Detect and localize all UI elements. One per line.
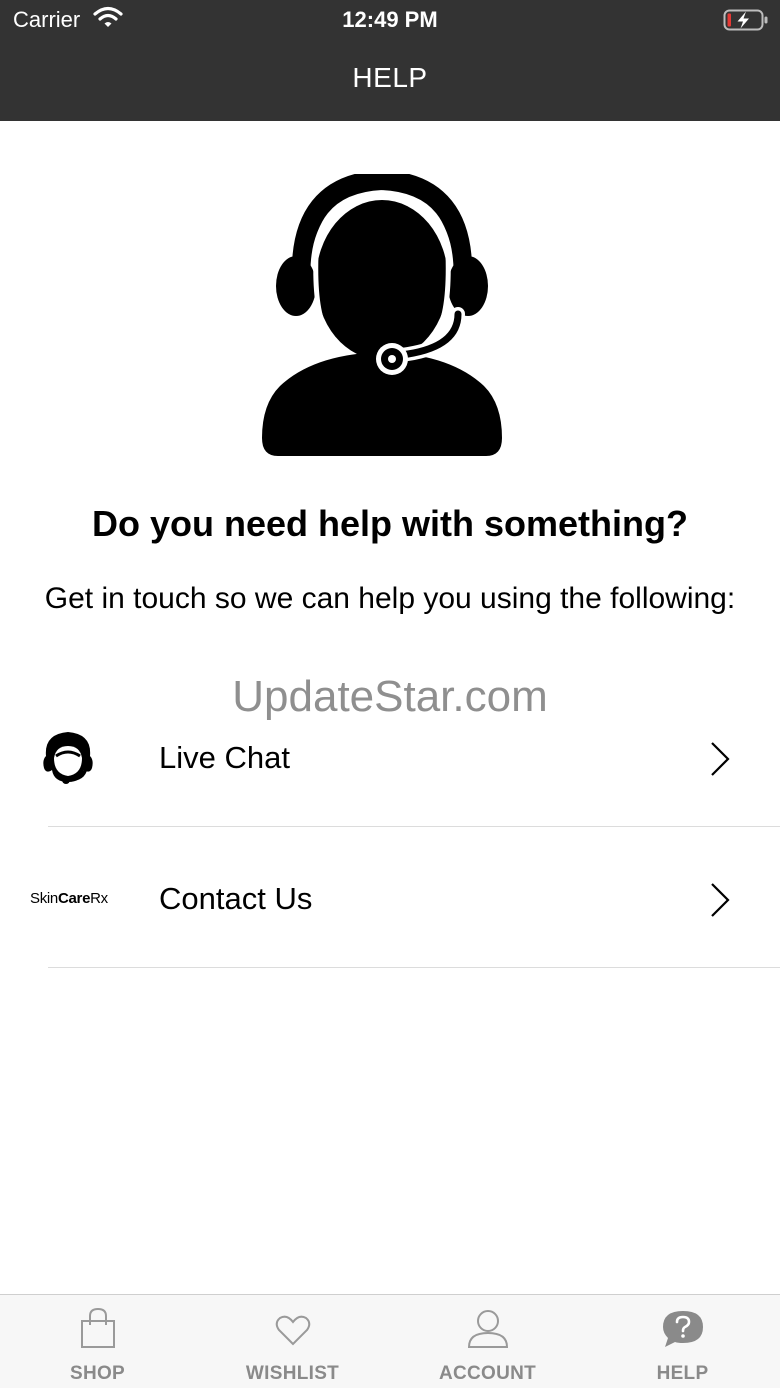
live-chat-label: Live Chat	[159, 740, 290, 775]
tab-help[interactable]: HELP	[585, 1295, 780, 1388]
status-time: 12:49 PM	[342, 7, 438, 32]
tab-account[interactable]: ACCOUNT	[390, 1295, 585, 1388]
skincarerx-logo: SkinCareRx	[30, 890, 108, 907]
chevron-right-icon	[708, 881, 732, 924]
question-icon	[662, 1311, 703, 1347]
tab-shop-label: SHOP	[69, 1363, 126, 1384]
tab-account-label: ACCOUNT	[438, 1363, 537, 1384]
heart-icon	[275, 1315, 310, 1346]
contact-us-label: Contact Us	[159, 881, 313, 916]
tab-help-label: HELP	[656, 1363, 709, 1384]
tab-wishlist-label: WISHLIST	[245, 1363, 340, 1384]
tab-wishlist[interactable]: WISHLIST	[195, 1295, 390, 1388]
live-chat-row[interactable]: Live Chat	[0, 688, 780, 828]
tab-shop[interactable]: SHOP	[0, 1295, 195, 1388]
person-icon	[467, 1310, 508, 1348]
tab-bar: SHOP WISHLIST ACCOUNT HELP	[0, 1294, 780, 1388]
help-headline: Do you need help with something?	[91, 503, 688, 544]
divider	[48, 967, 780, 968]
bag-icon	[80, 1307, 115, 1348]
divider	[48, 826, 780, 827]
contact-us-row[interactable]: SkinCareRx Contact Us	[0, 829, 780, 969]
battery-charging-icon	[723, 8, 769, 37]
page-title: HELP	[352, 62, 428, 93]
chevron-right-icon	[708, 740, 732, 783]
agent-icon	[38, 730, 98, 791]
support-agent-icon	[258, 169, 506, 467]
nav-bar: HELP	[0, 40, 780, 121]
status-bar: Carrier 12:49 PM	[0, 0, 780, 40]
help-subline: Get in touch so we can help you using th…	[44, 582, 736, 615]
